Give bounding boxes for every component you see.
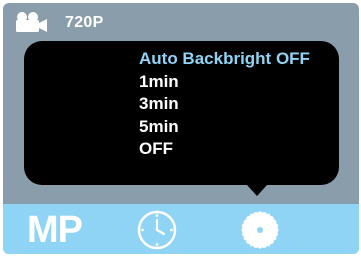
resolution-label: 720P xyxy=(65,14,104,31)
menu-title-auto-backbright[interactable]: Auto Backbright OFF xyxy=(139,48,310,71)
menu-list: Auto Backbright OFF 1min 3min 5min OFF xyxy=(139,48,310,161)
auto-backbright-menu: Auto Backbright OFF 1min 3min 5min OFF xyxy=(24,41,339,185)
camera-screen: 720P Auto Backbright OFF 1min 3min 5min … xyxy=(3,3,359,254)
menu-option-off[interactable]: OFF xyxy=(139,138,310,161)
video-camera-icon xyxy=(16,12,47,32)
status-bar: 720P xyxy=(3,3,359,43)
menu-option-5min[interactable]: 5min xyxy=(139,116,310,139)
mode-label-mp[interactable]: MP xyxy=(27,210,83,250)
menu-option-3min[interactable]: 3min xyxy=(139,93,310,116)
settings-gear-icon[interactable] xyxy=(239,209,281,251)
menu-pointer-arrow xyxy=(247,185,267,196)
timer-clock-icon[interactable] xyxy=(136,209,178,251)
menu-option-1min[interactable]: 1min xyxy=(139,71,310,94)
mode-bar: MP xyxy=(3,204,359,254)
